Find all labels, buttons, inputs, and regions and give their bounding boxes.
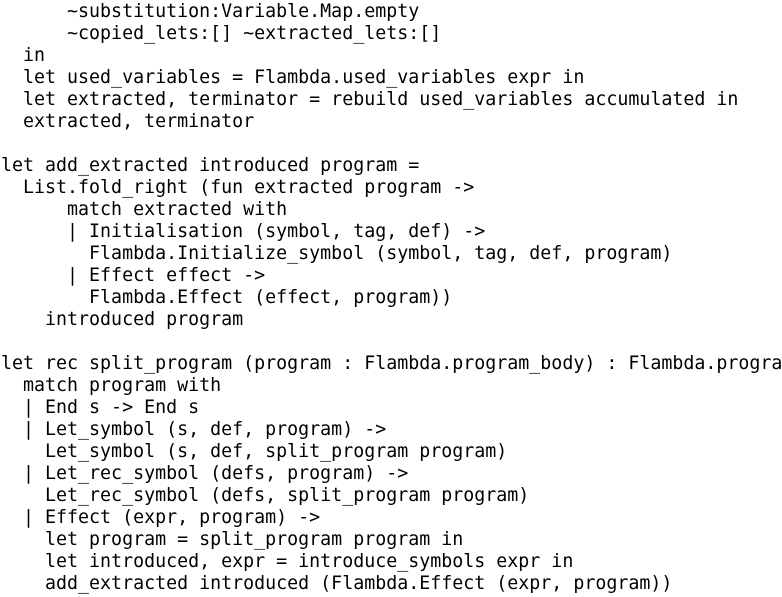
code-line: introduced program <box>1 309 244 330</box>
code-line: let program = split_program program in <box>1 529 464 550</box>
code-line: ~copied_lets:[] ~extracted_lets:[] <box>1 23 442 44</box>
code-view: ~substitution:Variable.Map.empty ~copied… <box>1 1 782 597</box>
code-line: Flambda.Effect (effect, program)) <box>1 287 453 308</box>
code-line: extracted, terminator <box>1 111 255 132</box>
code-line: let rec split_program (program : Flambda… <box>1 353 782 374</box>
code-line: match extracted with <box>1 199 288 220</box>
code-line: ~substitution:Variable.Map.empty <box>1 1 420 22</box>
code-line: List.fold_right (fun extracted program -… <box>1 177 475 198</box>
code-line: match program with <box>1 375 222 396</box>
code-line: let used_variables = Flambda.used_variab… <box>1 67 585 88</box>
code-line: | End s -> End s <box>1 397 200 418</box>
code-line: | Let_rec_symbol (defs, program) -> <box>1 463 409 484</box>
code-line: | Let_symbol (s, def, program) -> <box>1 419 387 440</box>
code-line: let extracted, terminator = rebuild used… <box>1 89 739 110</box>
code-line: Let_symbol (s, def, split_program progra… <box>1 441 508 462</box>
code-line: | Effect effect -> <box>1 265 266 286</box>
code-line: | Effect (expr, program) -> <box>1 507 321 528</box>
code-line: let introduced, expr = introduce_symbols… <box>1 551 574 572</box>
code-line: Flambda.Initialize_symbol (symbol, tag, … <box>1 243 673 264</box>
code-line: let add_extracted introduced program = <box>1 155 420 176</box>
code-line: in <box>1 45 46 66</box>
code-line: Let_rec_symbol (defs, split_program prog… <box>1 485 530 506</box>
code-line: | Initialisation (symbol, tag, def) -> <box>1 221 486 242</box>
code-line: add_extracted introduced (Flambda.Effect… <box>1 573 673 594</box>
